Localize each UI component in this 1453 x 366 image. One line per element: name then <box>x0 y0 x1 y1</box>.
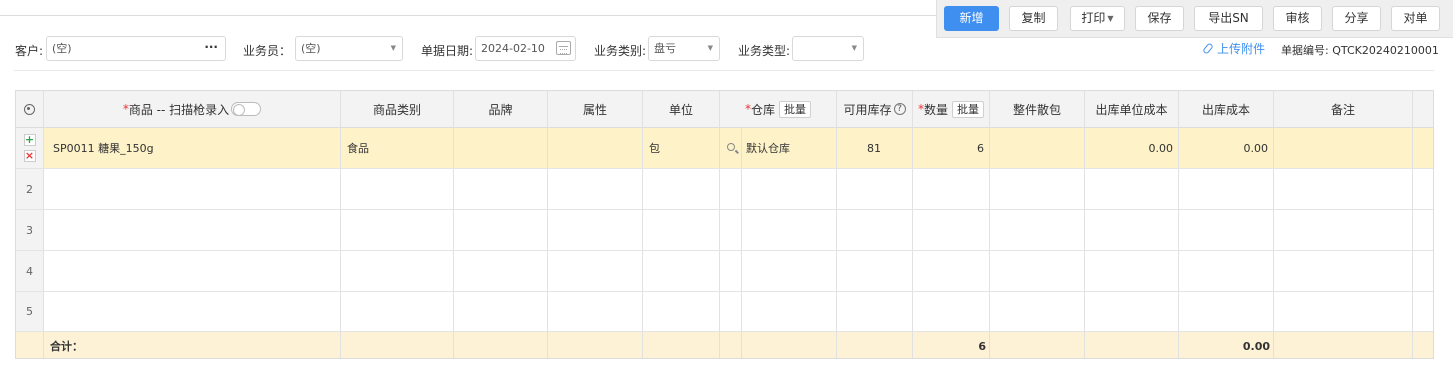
cell-remark[interactable] <box>1274 128 1413 168</box>
cell-quantity[interactable]: 6 <box>913 128 990 168</box>
calendar-icon[interactable] <box>556 41 571 55</box>
cell-available-stock: 81 <box>837 128 913 168</box>
top-divider <box>0 15 936 16</box>
product-grid: * 商品 -- 扫描枪录入 商品类别 品牌 属性 单位 * 仓库 批量 可用库存? *… <box>15 90 1434 359</box>
biz-type-select[interactable]: ▼ <box>792 36 864 61</box>
col-product: * 商品 -- 扫描枪录入 <box>44 91 341 127</box>
cell-unit[interactable]: 包 <box>643 128 720 168</box>
share-button[interactable]: 分享 <box>1332 6 1381 31</box>
table-row[interactable]: 5 <box>16 292 1433 332</box>
quantity-batch-button[interactable]: 批量 <box>952 100 984 118</box>
column-settings[interactable] <box>16 91 44 127</box>
salesman-label: 业务员： <box>243 44 292 58</box>
doc-number: 单据编号: QTCK20240210001 <box>1281 42 1439 58</box>
toolbar: 新增 复制 打印 ▼ 保存 导出SN 审核 分享 对单 <box>936 0 1453 38</box>
upload-label: 上传附件 <box>1217 42 1266 56</box>
print-button[interactable]: 打印 ▼ <box>1070 6 1125 31</box>
col-warehouse: * 仓库 批量 <box>720 91 837 127</box>
biz-type-label: 业务类型: <box>738 44 791 58</box>
total-cost: 0.00 <box>1179 332 1274 358</box>
copy-button[interactable]: 复制 <box>1009 6 1058 31</box>
chevron-down-icon: ▼ <box>707 44 713 52</box>
total-row: 合计： 6 0.00 <box>16 332 1433 358</box>
col-unit-cost: 出库单位成本 <box>1085 91 1179 127</box>
total-quantity: 6 <box>913 332 990 358</box>
col-whole-loose: 整件散包 <box>990 91 1085 127</box>
caret-down-icon: ▼ <box>1107 14 1114 23</box>
col-quantity: * 数量 批量 <box>913 91 990 127</box>
paperclip-icon <box>1202 42 1214 55</box>
col-available-stock: 可用库存? <box>837 91 913 127</box>
col-brand: 品牌 <box>454 91 548 127</box>
row-number: 4 <box>16 251 44 291</box>
customer-value: (空) <box>52 42 72 55</box>
new-button[interactable]: 新增 <box>944 6 999 31</box>
print-label: 打印 <box>1081 11 1106 25</box>
row-number: 5 <box>16 292 44 331</box>
col-remark: 备注 <box>1274 91 1413 127</box>
warehouse-batch-button[interactable]: 批量 <box>779 100 811 118</box>
cell-category[interactable]: 食品 <box>341 128 454 168</box>
upload-attachment-link[interactable]: 上传附件 <box>1202 40 1266 57</box>
cell-product[interactable]: SP0011 糖果_150g <box>44 128 341 168</box>
col-warehouse-label: 仓库 <box>750 102 775 117</box>
col-attribute: 属性 <box>548 91 643 127</box>
chevron-down-icon: ▼ <box>851 44 857 52</box>
customer-field[interactable]: (空) ··· <box>46 36 226 61</box>
customer-label: 客户: <box>15 44 44 58</box>
cell-unit-cost[interactable]: 0.00 <box>1085 128 1179 168</box>
col-cost: 出库成本 <box>1179 91 1274 127</box>
date-label: 单据日期: <box>421 44 474 58</box>
audit-button[interactable]: 审核 <box>1273 6 1322 31</box>
reconcile-button[interactable]: 对单 <box>1391 6 1440 31</box>
scanner-toggle[interactable] <box>231 102 262 116</box>
col-unit: 单位 <box>643 91 720 127</box>
row-actions: + × <box>16 128 44 168</box>
salesman-select[interactable]: (空) ▼ <box>295 36 403 61</box>
table-row[interactable]: 2 <box>16 169 1433 210</box>
table-row[interactable]: + × SP0011 糖果_150g 食品 包 默认仓库 81 6 0.00 0… <box>16 128 1433 169</box>
search-icon <box>727 142 735 151</box>
row-number: 2 <box>16 169 44 209</box>
delete-row-icon[interactable]: × <box>23 150 36 162</box>
biz-category-label: 业务类别: <box>594 44 647 58</box>
settings-icon <box>24 103 35 115</box>
col-available-stock-label: 可用库存 <box>843 102 892 117</box>
export-sn-button[interactable]: 导出SN <box>1194 6 1263 31</box>
table-row[interactable]: 4 <box>16 251 1433 292</box>
biz-category-select[interactable]: 盘亏 ▼ <box>648 36 720 61</box>
biz-category-value: 盘亏 <box>654 42 676 55</box>
total-label: 合计： <box>44 332 341 358</box>
cell-brand[interactable] <box>454 128 548 168</box>
col-product-label: 商品 -- 扫描枪录入 <box>128 102 230 117</box>
col-spacer <box>1413 91 1433 127</box>
grid-header: * 商品 -- 扫描枪录入 商品类别 品牌 属性 单位 * 仓库 批量 可用库存? *… <box>16 91 1433 128</box>
salesman-value: (空) <box>301 42 321 55</box>
doc-number-label: 单据编号: <box>1281 44 1329 57</box>
cell-cost[interactable]: 0.00 <box>1179 128 1274 168</box>
warehouse-search[interactable] <box>720 128 742 168</box>
doc-number-value: QTCK20240210001 <box>1332 44 1439 57</box>
save-button[interactable]: 保存 <box>1135 6 1184 31</box>
cell-whole-loose[interactable] <box>990 128 1085 168</box>
date-field[interactable]: 2024-02-10 <box>475 36 576 61</box>
table-row[interactable]: 3 <box>16 210 1433 251</box>
col-category: 商品类别 <box>341 91 454 127</box>
cell-attribute[interactable] <box>548 128 643 168</box>
chevron-down-icon: ▼ <box>390 44 396 52</box>
col-quantity-label: 数量 <box>923 102 948 117</box>
more-icon[interactable]: ··· <box>204 36 218 59</box>
row-number: 3 <box>16 210 44 250</box>
cell-warehouse[interactable]: 默认仓库 <box>742 128 837 168</box>
section-divider <box>14 70 1434 71</box>
date-value: 2024-02-10 <box>481 42 545 55</box>
help-icon[interactable]: ? <box>893 103 906 115</box>
add-row-icon[interactable]: + <box>23 134 36 146</box>
